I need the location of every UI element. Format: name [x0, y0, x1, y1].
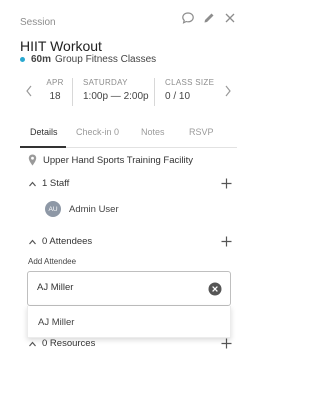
date-bar: APR 18 SATURDAY 1:00p — 2:00p CLASS SIZE…: [20, 74, 237, 110]
session-time: 1:00p — 2:00p: [83, 91, 149, 102]
resources-section-label: 0 Resources: [42, 338, 96, 349]
header-actions: [181, 11, 237, 25]
resources-section-header: 0 Resources: [28, 338, 232, 352]
add-attendee-button[interactable]: [221, 236, 232, 247]
next-session-button[interactable]: [223, 84, 233, 98]
add-attendee-label: Add Attendee: [28, 257, 77, 266]
date-weekday: SATURDAY: [83, 78, 128, 87]
tab-bar: Details Check-in 0 Notes RSVP: [20, 122, 237, 148]
time-col: SATURDAY 1:00p — 2:00p: [83, 78, 149, 102]
pencil-icon[interactable]: [202, 11, 216, 25]
tab-rsvp[interactable]: RSVP: [189, 127, 214, 137]
event-category: Group Fitness Classes: [55, 54, 157, 65]
event-title: HIIT Workout: [20, 38, 102, 54]
staff-item: AU Admin User: [45, 201, 119, 217]
date-month: APR: [46, 78, 64, 87]
staff-section-header: 1 Staff: [28, 178, 232, 192]
attendee-suggestions: AJ Miller: [27, 306, 231, 338]
divider: [72, 78, 73, 106]
tab-notes[interactable]: Notes: [141, 127, 165, 137]
chevron-up-icon[interactable]: [28, 340, 37, 348]
add-attendee-field: [27, 271, 231, 306]
active-tab-indicator: [20, 146, 66, 148]
class-size-value: 0 / 10: [165, 91, 191, 102]
class-size-col: CLASS SIZE 0 / 10: [165, 78, 214, 102]
chevron-up-icon[interactable]: [28, 238, 37, 246]
tab-details[interactable]: Details: [30, 127, 58, 137]
add-resource-button[interactable]: [221, 338, 232, 349]
clear-input-icon[interactable]: [208, 282, 222, 296]
event-duration: 60m: [31, 54, 52, 65]
class-size-label: CLASS SIZE: [165, 78, 215, 87]
divider: [154, 78, 155, 106]
add-attendee-input[interactable]: [37, 282, 197, 293]
event-color-dot: [20, 57, 25, 62]
chevron-up-icon[interactable]: [28, 180, 37, 188]
event-subtitle: 60m Group Fitness Classes: [20, 54, 156, 65]
prev-session-button[interactable]: [24, 84, 34, 98]
tab-check-in[interactable]: Check-in 0: [76, 127, 119, 137]
comment-icon[interactable]: [181, 11, 195, 25]
session-header: Session: [20, 11, 237, 28]
session-label: Session: [20, 17, 56, 28]
date-col: APR 18: [46, 78, 64, 102]
map-pin-icon: [28, 154, 37, 166]
attendees-section-label: 0 Attendees: [42, 236, 93, 247]
staff-name: Admin User: [69, 203, 119, 215]
location-row: Upper Hand Sports Training Facility: [28, 154, 193, 166]
avatar: AU: [45, 201, 61, 217]
staff-section-label: 1 Staff: [42, 178, 70, 189]
location-name: Upper Hand Sports Training Facility: [43, 154, 193, 166]
add-staff-button[interactable]: [221, 178, 232, 189]
date-day: 18: [49, 91, 61, 102]
suggestion-item[interactable]: AJ Miller: [38, 317, 74, 328]
close-icon[interactable]: [223, 11, 237, 25]
attendees-section-header: 0 Attendees: [28, 236, 232, 250]
